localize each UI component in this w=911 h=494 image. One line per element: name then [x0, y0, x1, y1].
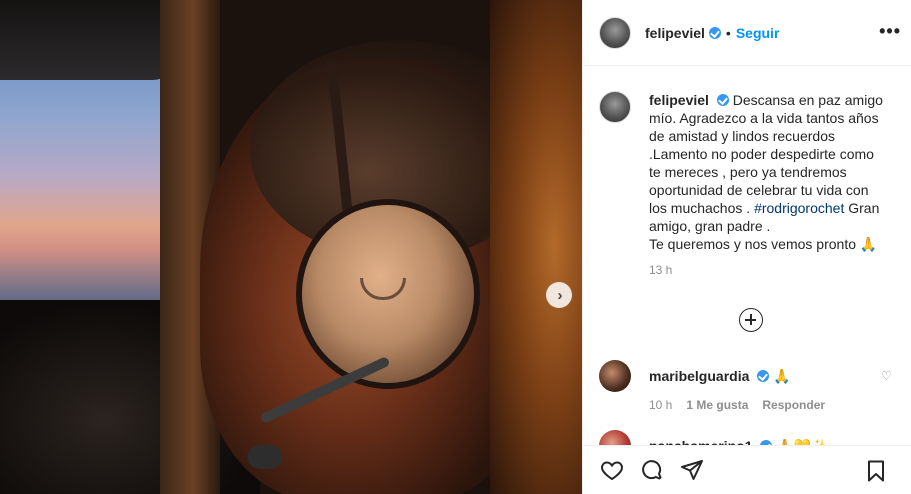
paper-plane-icon[interactable] [679, 457, 705, 483]
chevron-right-icon: › [557, 286, 563, 304]
caption-text: felipeviel Descansa en paz amigo mío. Ag… [649, 91, 889, 253]
post-sidebar: felipeviel • Seguir ••• felipeviel Desca… [582, 0, 911, 494]
comment-icon[interactable] [639, 457, 665, 483]
post-header: felipeviel • Seguir ••• [583, 0, 911, 66]
separator-dot: • [725, 24, 731, 41]
comment-like-heart-icon[interactable]: ♡ [881, 370, 893, 382]
comment-text: panchamerino1 🙏💛✨ [649, 438, 829, 446]
plus-circle-icon[interactable] [739, 308, 763, 332]
heart-icon[interactable] [599, 457, 625, 483]
comment-body: 🙏 [773, 367, 791, 384]
more-options-icon[interactable]: ••• [879, 22, 901, 40]
verified-badge-icon [757, 369, 770, 382]
caption-author-avatar[interactable] [599, 91, 631, 123]
comment-body: 🙏💛✨ [776, 438, 828, 446]
post-caption: felipeviel Descansa en paz amigo mío. Ag… [583, 67, 911, 253]
comment-item: maribelguardia 🙏 ♡ 10 h 1 Me gusta Respo… [599, 360, 895, 412]
comment-reply-button[interactable]: Responder [762, 398, 825, 412]
photo-seat-fur [490, 0, 582, 494]
comment-meta: 10 h 1 Me gusta Responder [649, 398, 895, 412]
commenter-avatar[interactable] [599, 360, 631, 392]
next-photo-button[interactable]: › [546, 282, 572, 308]
caption-body: Descansa en paz amigo mío. Agradezco a l… [649, 92, 887, 216]
caption-author[interactable]: felipeviel [649, 92, 709, 108]
photo-sky [0, 40, 175, 340]
verified-badge-icon [708, 26, 721, 39]
comments-section: felipeviel Descansa en paz amigo mío. Ag… [583, 67, 911, 445]
photo-cockpit-top [0, 0, 175, 80]
commenter-username[interactable]: panchamerino1 [649, 438, 752, 446]
photo-headset-mic [248, 445, 282, 469]
hashtag-link[interactable]: #rodrigorochet [754, 200, 844, 216]
verified-badge-icon [716, 94, 729, 106]
bookmark-icon[interactable] [863, 458, 889, 484]
caption-timestamp: 13 h [649, 263, 673, 277]
comment-item: panchamerino1 🙏💛✨ [599, 430, 895, 445]
comment-time: 10 h [649, 398, 673, 412]
follow-button[interactable]: Seguir [736, 25, 780, 41]
post-photo: › [0, 0, 582, 494]
commenter-avatar[interactable] [599, 430, 631, 445]
comment-likes[interactable]: 1 Me gusta [686, 398, 748, 412]
post-actions-bar [583, 445, 911, 494]
author-username[interactable]: felipeviel [645, 25, 705, 41]
comment-text: maribelguardia 🙏 [649, 368, 791, 385]
author-avatar[interactable] [599, 16, 631, 49]
commenter-username[interactable]: maribelguardia [649, 368, 749, 384]
